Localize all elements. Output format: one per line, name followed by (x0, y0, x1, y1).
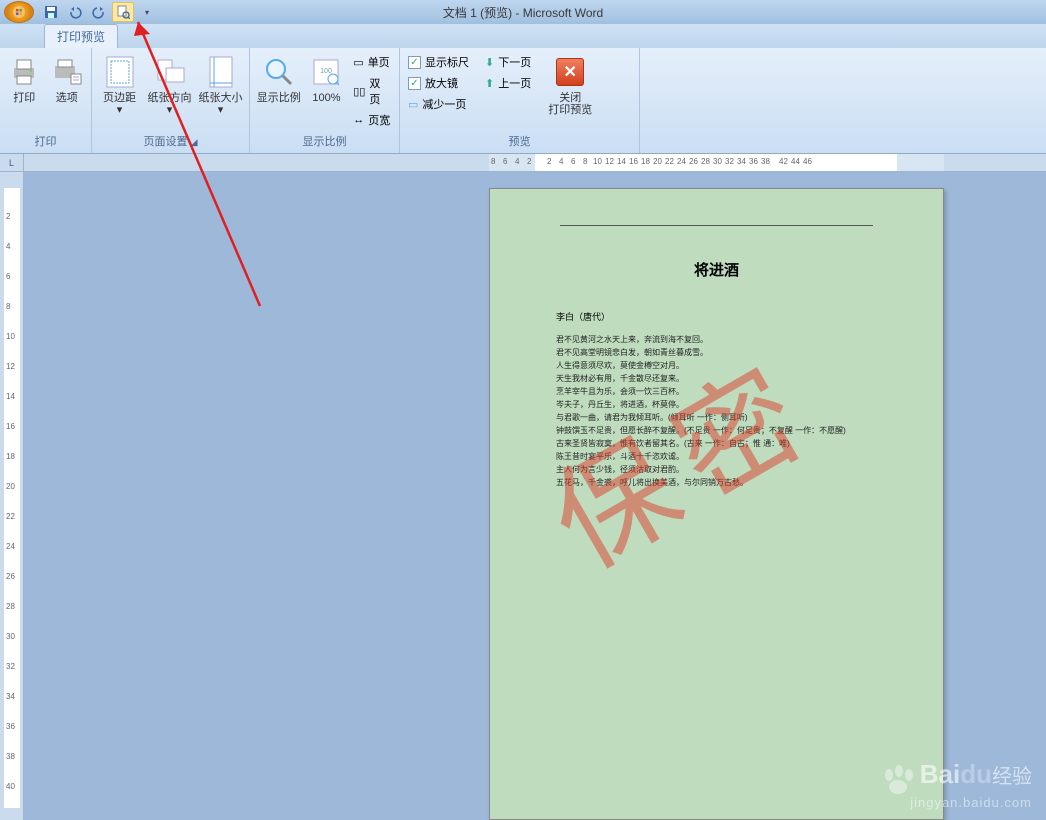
prev-page-button[interactable]: ⬆上一页 (481, 73, 535, 93)
options-button[interactable]: 选项 (47, 52, 88, 106)
shrink-one-page-button[interactable]: ▭减少一页 (404, 94, 473, 114)
svg-text:100: 100 (321, 68, 333, 75)
window-title: 文档 1 (预览) - Microsoft Word (443, 4, 603, 21)
orientation-button[interactable]: 纸张方向▾ (145, 52, 194, 118)
checkbox-checked-icon: ✓ (408, 77, 421, 90)
two-page-icon: ▯▯ (353, 85, 365, 98)
close-icon: ✕ (556, 58, 584, 86)
document-title: 将进酒 (490, 259, 943, 280)
printer-icon (8, 54, 40, 90)
group-page-setup: 页边距▾ 纸张方向▾ 纸张大小▾ 页面设置 ◢ (92, 48, 250, 153)
office-button[interactable] (4, 1, 34, 23)
horizontal-ruler[interactable]: 8642 2468 10121416 18202224 26283032 343… (24, 154, 1046, 172)
redo-icon[interactable] (88, 2, 110, 22)
margins-button[interactable]: 页边距▾ (96, 52, 143, 118)
ruler-corner: L (0, 154, 24, 172)
magnifier-icon (263, 54, 295, 90)
group-zoom: 显示比例 100 100% ▭单页 ▯▯双页 ↔页宽 显示比例 (250, 48, 400, 153)
two-page-button[interactable]: ▯▯双页 (349, 73, 395, 109)
tab-print-preview[interactable]: 打印预览 (44, 24, 118, 48)
arrow-up-icon: ⬆ (485, 77, 494, 90)
page-width-button[interactable]: ↔页宽 (349, 110, 395, 130)
page-preview: 将进酒 李白（唐代） 君不见黄河之水天上来，奔流到海不复回。君不见高堂明镜悲白发… (489, 188, 944, 820)
vertical-ruler[interactable]: 2468 10121416 18202224 26283032 34363840 (0, 172, 24, 820)
ribbon-tabs: 打印预览 (0, 24, 1046, 48)
one-page-icon: ▭ (353, 56, 363, 69)
qat-dropdown-icon[interactable]: ▾ (136, 2, 158, 22)
undo-icon[interactable] (64, 2, 86, 22)
paper-size-icon (208, 54, 234, 90)
options-icon (51, 54, 83, 90)
group-print: 打印 选项 打印 (0, 48, 92, 153)
print-preview-qat-icon[interactable] (112, 2, 134, 22)
checkbox-checked-icon: ✓ (408, 56, 421, 69)
one-page-button[interactable]: ▭单页 (349, 52, 395, 72)
show-ruler-checkbox[interactable]: ✓显示标尺 (404, 52, 473, 72)
100-icon: 100 (311, 54, 341, 90)
next-page-button[interactable]: ⬇下一页 (481, 52, 535, 72)
document-workspace[interactable]: 将进酒 李白（唐代） 君不见黄河之水天上来，奔流到海不复回。君不见高堂明镜悲白发… (24, 172, 1046, 820)
magnifier-checkbox[interactable]: ✓放大镜 (404, 73, 473, 93)
document-body: 君不见黄河之水天上来，奔流到海不复回。君不见高堂明镜悲白发，朝如青丝暮成雪。人生… (556, 333, 943, 489)
orientation-icon (154, 54, 186, 90)
header-rule (560, 225, 873, 226)
100percent-button[interactable]: 100 100% (306, 52, 348, 106)
page-width-icon: ↔ (353, 114, 364, 126)
zoom-button[interactable]: 显示比例 (254, 52, 304, 106)
save-icon[interactable] (40, 2, 62, 22)
paper-size-button[interactable]: 纸张大小▾ (196, 52, 245, 118)
shrink-icon: ▭ (408, 98, 418, 111)
title-bar: ▾ 文档 1 (预览) - Microsoft Word (0, 0, 1046, 24)
quick-access-toolbar: ▾ (0, 1, 158, 23)
document-author: 李白（唐代） (556, 310, 943, 323)
print-button[interactable]: 打印 (4, 52, 45, 106)
close-preview-button[interactable]: ✕ 关闭打印预览 (543, 52, 597, 118)
ribbon: 打印 选项 打印 页边距▾ 纸张方向▾ 纸张大小▾ 页面设置 ◢ (0, 48, 1046, 154)
group-preview: ✓显示标尺 ✓放大镜 ▭减少一页 ⬇下一页 ⬆上一页 ✕ 关闭打印预览 预览 (400, 48, 640, 153)
arrow-down-icon: ⬇ (485, 56, 494, 69)
margins-icon (105, 54, 135, 90)
